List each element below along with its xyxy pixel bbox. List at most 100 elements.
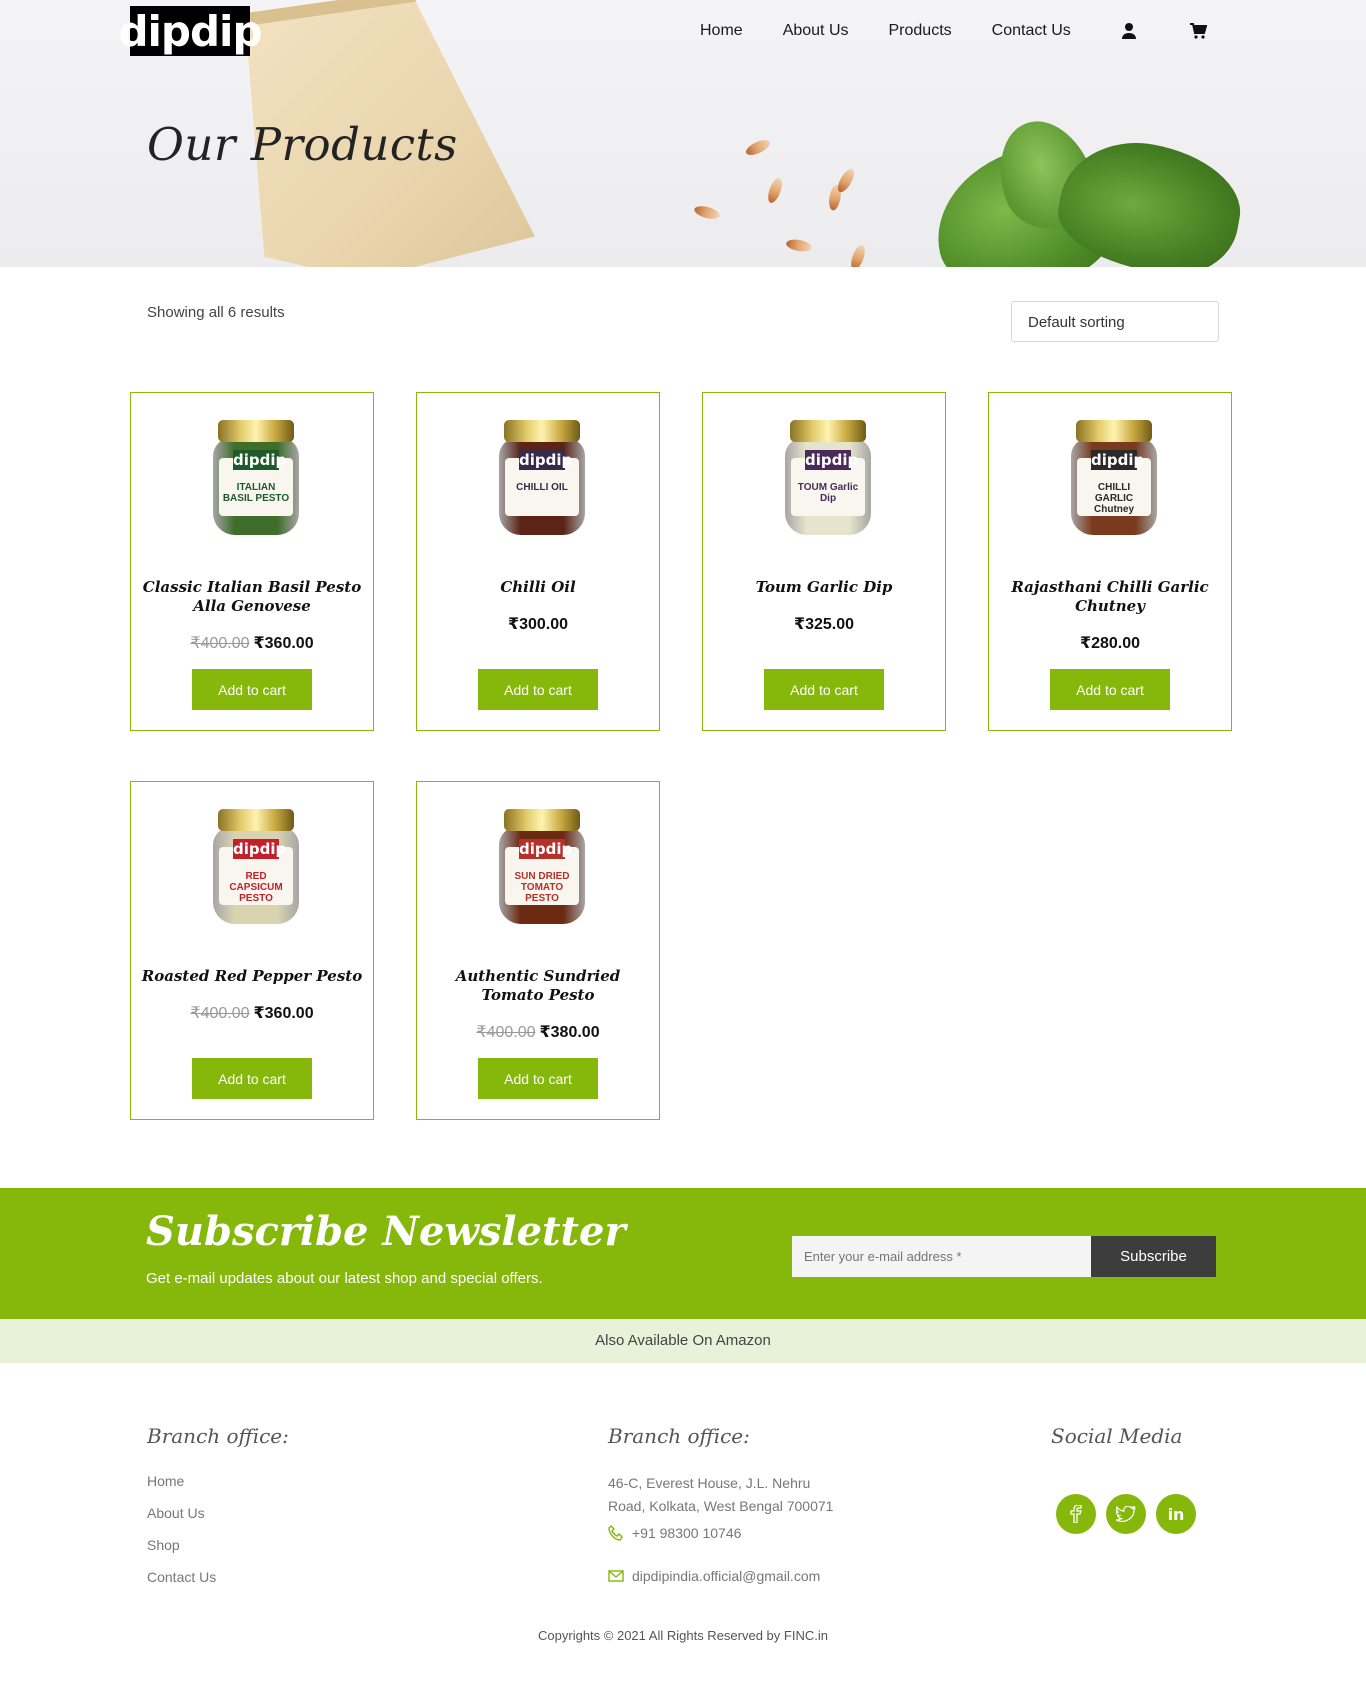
jar-brand: dipdip	[1091, 450, 1145, 470]
add-to-cart-button[interactable]: Add to cart	[192, 669, 312, 710]
jar-brand: dipdip	[519, 839, 573, 859]
footer-col3-title: Social Media	[1051, 1424, 1183, 1448]
linkedin-glyph: in	[1167, 1504, 1185, 1524]
product-card[interactable]: dipdip CHILLI GARLIC Chutney Rajasthani Ch…	[988, 392, 1232, 731]
product-price: ₹300.00	[417, 614, 659, 634]
jar-brand: dipdip	[519, 450, 573, 470]
site-logo[interactable]: dipdip	[118, 6, 263, 56]
product-old-price: ₹400.00	[476, 1024, 536, 1041]
jar-lid	[504, 809, 580, 831]
product-image[interactable]: dipdip TOUM Garlic Dip	[785, 420, 871, 535]
product-card[interactable]: dipdip TOUM Garlic Dip Toum Garlic Dip ₹325…	[702, 392, 946, 731]
add-to-cart-button[interactable]: Add to cart	[478, 669, 598, 710]
newsletter-title: Subscribe Newsletter	[146, 1208, 626, 1255]
user-icon[interactable]	[1121, 22, 1139, 40]
add-to-cart-button[interactable]: Add to cart	[764, 669, 884, 710]
product-sale-price: ₹280.00	[1079, 635, 1141, 652]
hero-nut	[765, 176, 785, 205]
product-name[interactable]: Toum Garlic Dip	[713, 578, 935, 597]
add-to-cart-button[interactable]: Add to cart	[192, 1058, 312, 1099]
cart-icon[interactable]	[1189, 22, 1208, 40]
footer-address: 46-C, Everest House, J.L. Nehru Road, Ko…	[608, 1475, 834, 1514]
product-name[interactable]: Classic Italian Basil Pesto Alla Genoves…	[141, 578, 363, 616]
jar-lid	[1076, 420, 1152, 442]
product-price: ₹400.00 ₹360.00	[131, 1003, 373, 1023]
jar-brand: dipdip	[233, 450, 287, 470]
hero-nut	[848, 243, 868, 267]
hero-nut	[693, 203, 721, 222]
page-title: Our Products	[147, 118, 458, 171]
product-old-price: ₹400.00	[190, 1005, 250, 1022]
add-to-cart-button[interactable]: Add to cart	[478, 1058, 598, 1099]
footer-email: dipdipindia.official@gmail.com	[632, 1568, 821, 1584]
amazon-banner[interactable]: Also Available On Amazon	[0, 1319, 1366, 1363]
jar-lid	[218, 420, 294, 442]
logo-text: dipdip	[118, 6, 262, 56]
product-price: ₹325.00	[703, 614, 945, 634]
product-sale-price: ₹380.00	[539, 1024, 600, 1041]
nav-home[interactable]: Home	[700, 22, 743, 40]
nav-about-us[interactable]: About Us	[783, 22, 849, 40]
product-price: ₹400.00 ₹360.00	[131, 633, 373, 653]
hero-nut	[834, 166, 858, 195]
product-image[interactable]: dipdip CHILLI OIL	[499, 420, 585, 535]
jar-brand: dipdip	[805, 450, 859, 470]
mail-icon	[608, 1570, 624, 1582]
jar-brand: dipdip	[233, 839, 287, 859]
jar-label-text: SUN DRIED TOMATO PESTO	[514, 871, 570, 904]
jar-label-text: TOUM Garlic Dip	[797, 482, 859, 504]
product-name[interactable]: Chilli Oil	[427, 578, 649, 597]
nav-contact-us[interactable]: Contact Us	[992, 22, 1071, 40]
product-name[interactable]: Roasted Red Pepper Pesto	[141, 967, 363, 986]
product-image[interactable]: dipdip RED CAPSICUM PESTO	[213, 809, 299, 924]
product-sale-price: ₹300.00	[507, 616, 569, 633]
subscribe-button[interactable]: Subscribe	[1091, 1236, 1216, 1277]
newsletter-email-input[interactable]	[792, 1236, 1091, 1277]
results-count: Showing all 6 results	[147, 304, 285, 321]
jar-label-text: ITALIAN BASIL PESTO	[222, 482, 290, 504]
product-sale-price: ₹360.00	[253, 1005, 314, 1022]
footer-link-shop[interactable]: Shop	[147, 1537, 180, 1553]
linkedin-icon[interactable]: in	[1156, 1494, 1196, 1534]
footer-col2-title: Branch office:	[608, 1424, 750, 1448]
twitter-icon[interactable]	[1106, 1494, 1146, 1534]
product-sale-price: ₹360.00	[253, 635, 314, 652]
jar-lid	[504, 420, 580, 442]
product-price: ₹400.00 ₹380.00	[417, 1022, 659, 1042]
product-name[interactable]: Authentic Sundried Tomato Pesto	[427, 967, 649, 1005]
newsletter-section: Subscribe Newsletter Get e-mail updates …	[0, 1188, 1366, 1319]
product-card[interactable]: dipdip RED CAPSICUM PESTO Roasted Red Pepp…	[130, 781, 374, 1120]
footer-phone-row[interactable]: +91 98300 10746	[608, 1525, 741, 1541]
add-to-cart-button[interactable]: Add to cart	[1050, 669, 1170, 710]
nav-products[interactable]: Products	[889, 22, 952, 40]
product-card[interactable]: dipdip SUN DRIED TOMATO PESTO Authentic Su…	[416, 781, 660, 1120]
footer-email-row[interactable]: dipdipindia.official@gmail.com	[608, 1568, 820, 1584]
product-price: ₹280.00	[989, 633, 1231, 653]
product-card[interactable]: dipdip CHILLI OIL Chilli Oil ₹300.00 Add to …	[416, 392, 660, 731]
facebook-icon[interactable]	[1056, 1494, 1096, 1534]
footer-link-contact-us[interactable]: Contact Us	[147, 1569, 216, 1585]
footer-link-about-us[interactable]: About Us	[147, 1505, 205, 1521]
jar-label-text: CHILLI GARLIC Chutney	[1094, 482, 1134, 515]
hero-nut	[785, 237, 813, 254]
jar-label-text: RED CAPSICUM PESTO	[229, 871, 283, 904]
product-image[interactable]: dipdip ITALIAN BASIL PESTO	[213, 420, 299, 535]
product-sale-price: ₹325.00	[793, 616, 855, 633]
product-image[interactable]: dipdip CHILLI GARLIC Chutney	[1071, 420, 1157, 535]
hero-banner: dipdip Home About Us Products Contact Us…	[0, 0, 1366, 267]
hero-nut	[743, 137, 773, 158]
footer-link-home[interactable]: Home	[147, 1473, 184, 1489]
jar-lid	[218, 809, 294, 831]
newsletter-subtitle: Get e-mail updates about our latest shop…	[146, 1270, 543, 1287]
product-name[interactable]: Rajasthani Chilli Garlic Chutney	[999, 578, 1221, 616]
footer-phone: +91 98300 10746	[632, 1525, 742, 1541]
copyright: Copyrights © 2021 All Rights Reserved by…	[538, 1628, 828, 1643]
sort-select[interactable]: Default sorting	[1011, 301, 1219, 342]
product-old-price: ₹400.00	[190, 635, 250, 652]
jar-label-text: CHILLI OIL	[516, 482, 568, 493]
product-image[interactable]: dipdip SUN DRIED TOMATO PESTO	[499, 809, 585, 924]
phone-icon	[608, 1525, 623, 1541]
footer-col1-title: Branch office:	[147, 1424, 289, 1448]
main-nav: Home About Us Products Contact Us	[700, 19, 1247, 43]
product-card[interactable]: dipdip ITALIAN BASIL PESTO Classic Italian…	[130, 392, 374, 731]
